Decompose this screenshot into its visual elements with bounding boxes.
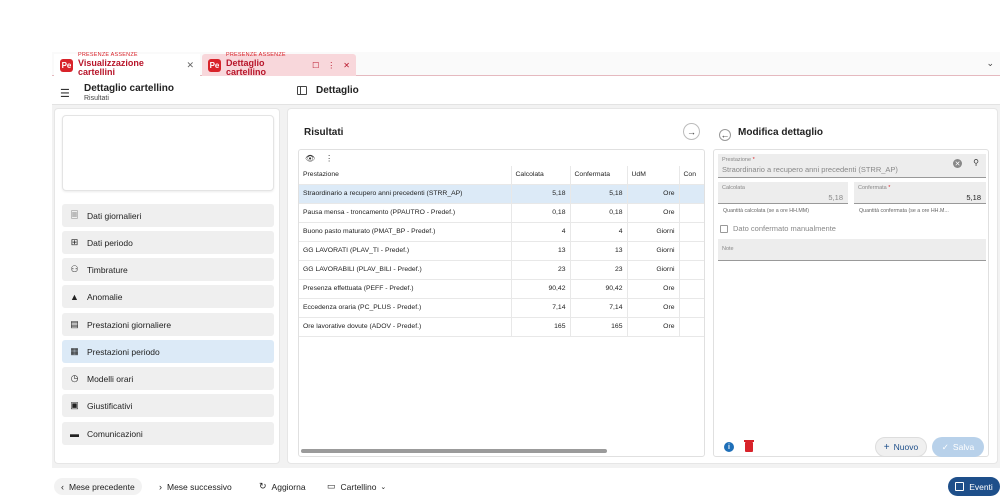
card-icon: ▭ [327,481,336,491]
previous-month-button[interactable]: ‹ Mese precedente [54,478,142,495]
chevron-down-icon: ⌄ [380,483,387,491]
calendar-icon: ▦ [70,346,79,356]
column-header[interactable]: UdM [627,166,680,185]
close-icon[interactable]: ✕ [186,60,194,71]
table-toolbar: 👁 ⋮ [299,150,704,166]
note-field[interactable]: Note [718,239,986,261]
table-row[interactable]: Buono pasto maturato (PMAT_BP - Predef.)… [299,222,704,242]
confermata-hint: Quantità confermata (se a ore HH.M... [859,208,949,214]
more-vert-icon[interactable]: ⋮ [325,154,333,163]
next-month-button[interactable]: › Mese successivo [152,478,239,495]
footer-toolbar: ‹ Mese precedente › Mese successivo ↻ Ag… [52,477,1000,497]
page-subtitle: Risultati [84,94,109,102]
sidebar: 🗏 Dati giornalieri ⊞ Dati periodo ⚇ Timb… [54,108,280,464]
edit-icon [955,482,965,491]
side-panel-icon[interactable] [297,86,307,95]
detail-form: Prestazione * Straordinario a recupero a… [713,149,989,457]
check-icon: ✓ [941,441,949,452]
sidebar-item-comunicazioni[interactable]: ▬ Comunicazioni [62,422,274,445]
tab-bar: Pe PRESENZE ASSENZE Visualizzazione cart… [52,52,1000,78]
table-row[interactable]: Straordinario a recupero anni precedenti… [299,184,704,204]
search-icon[interactable]: ⚲ [973,158,979,167]
chevron-right-icon: › [159,481,162,492]
refresh-button[interactable]: ↻ Aggiorna [252,478,313,495]
prestazione-field[interactable]: Prestazione * Straordinario a recupero a… [718,154,986,178]
sidebar-item-dati-giornalieri[interactable]: 🗏 Dati giornalieri [62,204,274,227]
file-plus-icon: ▣ [70,400,79,410]
arrow-right-icon[interactable]: → [683,123,700,140]
results-table: Prestazione Calcolata Confermata UdM Con… [299,166,704,337]
events-button[interactable]: Eventi [948,477,1000,496]
table-row[interactable]: GG LAVORATI (PLAV_TI - Predef.) 13 13 Gi… [299,241,704,261]
app-logo-icon: Pe [208,58,221,72]
chevron-left-icon: ‹ [61,481,64,492]
column-header[interactable]: Prestazione [299,166,512,185]
table-row[interactable]: Ore lavorative dovute (ADOV - Predef.) 1… [299,317,704,337]
sidebar-item-prestazioni-giornaliere[interactable]: ▤ Prestazioni giornaliere [62,313,274,336]
app-logo-icon: Pe [60,58,73,72]
detail-title: Modifica dettaglio [738,127,823,138]
card-menu-button[interactable]: ▭ Cartellino ⌄ [320,478,394,495]
clock-calendar-icon: ◷ [70,373,79,383]
main-panel: Risultati → 👁 ⋮ Prestazione Calcolata Co… [287,108,998,464]
table-row[interactable]: Pausa mensa - troncamento (PPAUTRO - Pre… [299,203,704,223]
tab-title: Dettaglio cartellino [226,58,267,78]
calcolata-hint: Quantità calcolata (se a ore HH.MM) [723,208,809,214]
confermata-value: 5,18 [966,193,981,202]
table-row[interactable]: Eccedenza oraria (PC_PLUS - Predef.) 7,1… [299,298,704,318]
detail-header: Dettaglio [297,85,359,96]
prestazione-value: Straordinario a recupero anni precedenti… [722,165,898,174]
sidebar-item-anomalie[interactable]: ▲ Anomalie [62,285,274,308]
column-header[interactable]: Con [679,166,704,185]
arrow-left-icon[interactable]: ← [719,129,731,141]
column-header[interactable]: Confermata [570,166,628,185]
warning-icon: ▲ [70,291,79,302]
confermata-field[interactable]: Confermata * 5,18 [854,182,986,204]
save-button[interactable]: ✓ Salva [932,437,984,457]
employee-card [62,115,274,191]
sidebar-item-timbrature[interactable]: ⚇ Timbrature [62,258,274,281]
file-icon: ▤ [70,319,79,329]
window-icon[interactable]: ☐ [312,61,319,70]
sidebar-item-dati-periodo[interactable]: ⊞ Dati periodo [62,231,274,254]
column-header[interactable]: Calcolata [511,166,571,185]
chevron-down-icon[interactable]: ⌄ [986,58,994,69]
checkbox-icon[interactable] [720,224,728,233]
page-header: ☰ Dettaglio cartellino Risultati [60,82,174,104]
more-vert-icon[interactable]: ⋮ [327,61,335,70]
clear-icon[interactable]: ✕ [953,159,962,168]
close-icon[interactable]: ✕ [343,61,350,70]
menu-icon[interactable]: ☰ [60,87,72,100]
horizontal-scrollbar[interactable] [301,449,607,453]
sidebar-item-modelli-orari[interactable]: ◷ Modelli orari [62,367,274,390]
eye-icon[interactable]: 👁 [305,154,315,163]
results-title: Risultati [304,127,344,138]
calcolata-field[interactable]: Calcolata 5,18 [718,182,848,204]
table-row[interactable]: Presenza effettuata (PEFF - Predef.) 90,… [299,279,704,299]
sidebar-item-prestazioni-periodo[interactable]: ▦ Prestazioni periodo [62,340,274,363]
trash-icon[interactable] [744,440,754,452]
page-title: Dettaglio cartellino [84,83,175,95]
confirmed-checkbox[interactable]: Dato confermato manualmente [720,224,836,233]
calcolata-value: 5,18 [828,193,843,202]
tab-visualizzazione-cartellini[interactable]: Pe PRESENZE ASSENZE Visualizzazione cart… [54,52,200,78]
detail-header-title: Dettaglio [316,85,359,96]
plus-icon: + [883,441,890,453]
info-icon[interactable]: i [724,442,734,452]
table-header-row: Prestazione Calcolata Confermata UdM Con [299,166,704,185]
badge-icon: ⚇ [70,264,79,274]
sidebar-item-giustificativi[interactable]: ▣ Giustificativi [62,394,274,417]
message-icon: ▬ [70,428,79,439]
refresh-icon: ↻ [259,481,267,491]
document-icon: 🗏 [70,209,79,220]
new-button[interactable]: + Nuovo [875,437,927,457]
app-window: Pe PRESENZE ASSENZE Visualizzazione cart… [52,52,1000,497]
tab-dettaglio-cartellino[interactable]: Pe PRESENZE ASSENZE Dettaglio cartellino… [202,52,356,78]
results-table-card: 👁 ⋮ Prestazione Calcolata Confermata UdM… [298,149,705,457]
content-area: 🗏 Dati giornalieri ⊞ Dati periodo ⚇ Timb… [52,105,1000,468]
grid-icon: ⊞ [70,237,79,247]
tab-title: Visualizzazione cartellini [78,58,144,78]
table-row[interactable]: GG LAVORABILI (PLAV_BILI - Predef.) 23 2… [299,260,704,280]
